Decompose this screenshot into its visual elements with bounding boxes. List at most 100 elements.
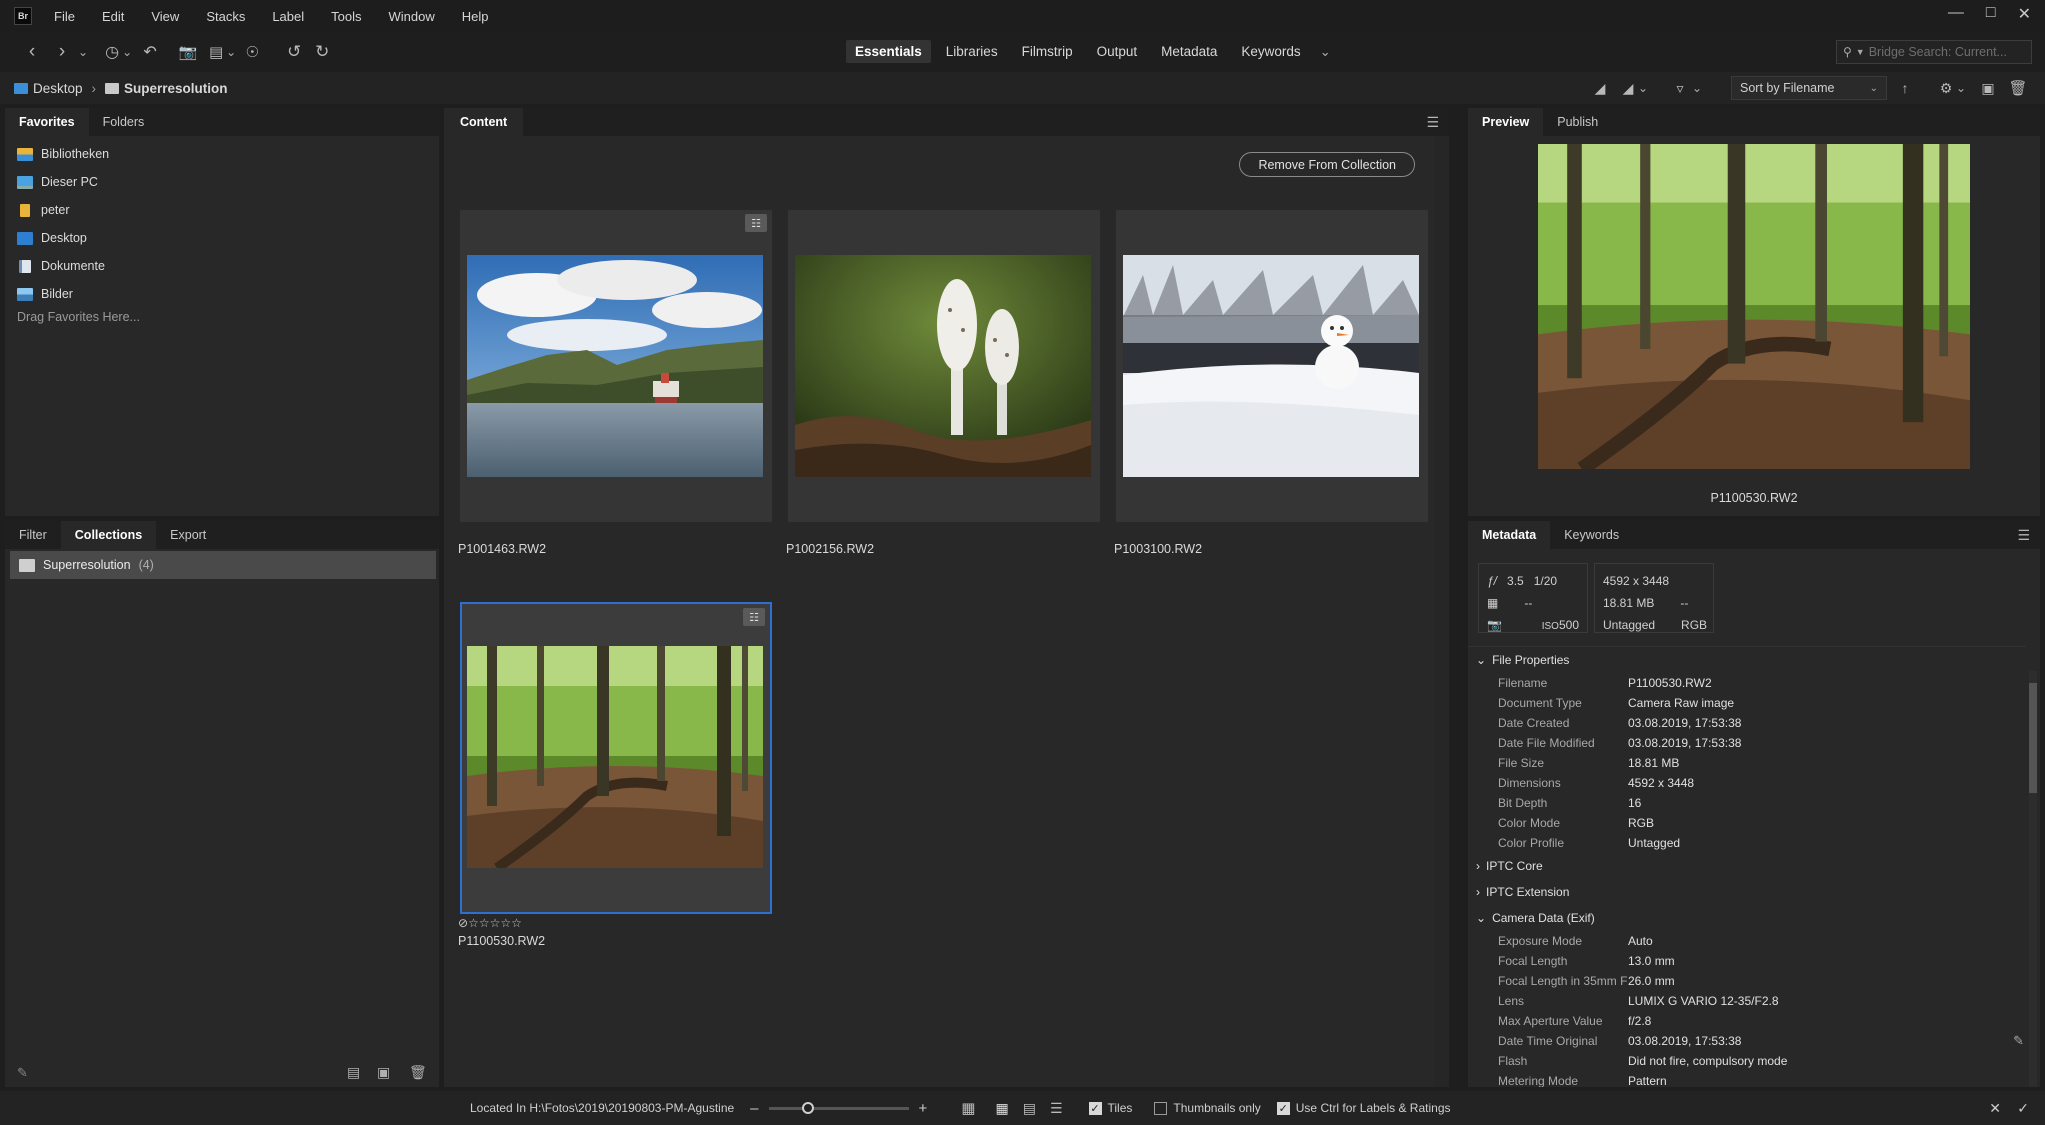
favorite-item-dieser-pc[interactable]: Dieser PC bbox=[17, 168, 439, 196]
refine-icon[interactable]: ▤ bbox=[204, 38, 228, 66]
tab-preview[interactable]: Preview bbox=[1468, 108, 1544, 136]
reject-icon[interactable]: ⊘ bbox=[458, 916, 468, 930]
menu-edit[interactable]: Edit bbox=[102, 9, 124, 24]
thumbnail-filename[interactable]: P1002156.RW2 bbox=[786, 542, 874, 556]
new-smart-collection-icon[interactable]: ▤ bbox=[347, 1064, 360, 1081]
new-collection-icon[interactable]: ▣ bbox=[377, 1064, 390, 1081]
favorite-item-peter[interactable]: peter bbox=[17, 196, 439, 224]
menu-file[interactable]: File bbox=[54, 9, 75, 24]
search-dropdown-icon[interactable]: ▼ bbox=[1856, 47, 1865, 57]
tab-metadata[interactable]: Metadata bbox=[1468, 521, 1551, 549]
section-iptc-extension[interactable]: › IPTC Extension bbox=[1468, 879, 2026, 905]
thumbnails-view-icon[interactable]: ▦ bbox=[995, 1100, 1008, 1117]
delete-collection-icon[interactable]: 🗑 bbox=[409, 1064, 427, 1081]
thumbnail-p1002156[interactable] bbox=[788, 210, 1100, 522]
close-window-icon[interactable]: ✕ bbox=[2018, 4, 2031, 24]
tab-collections[interactable]: Collections bbox=[60, 521, 157, 549]
workspace-output[interactable]: Output bbox=[1088, 40, 1147, 63]
thumbnail-p1100530[interactable]: ☷ bbox=[460, 602, 772, 914]
boomerang-icon[interactable]: ↶ bbox=[138, 38, 162, 66]
thumbnail-p1001463[interactable]: ☷ bbox=[460, 210, 772, 522]
favorite-item-dokumente[interactable]: Dokumente bbox=[17, 252, 439, 280]
favorite-item-bilder[interactable]: Bilder bbox=[17, 280, 439, 308]
favorite-item-bibliotheken[interactable]: Bibliotheken bbox=[17, 140, 439, 168]
tab-filter[interactable]: Filter bbox=[5, 521, 61, 549]
collection-item-superresolution[interactable]: Superresolution (4) bbox=[10, 551, 436, 579]
workspace-keywords[interactable]: Keywords bbox=[1232, 40, 1309, 63]
tab-export[interactable]: Export bbox=[156, 521, 220, 549]
open-in-camera-raw-icon[interactable]: ☉ bbox=[240, 38, 264, 66]
open-recent-dropdown-icon[interactable]: ⌄ bbox=[1956, 81, 1966, 95]
tab-keywords[interactable]: Keywords bbox=[1550, 521, 1633, 549]
menu-view[interactable]: View bbox=[151, 9, 179, 24]
section-file-properties[interactable]: ⌄ File Properties bbox=[1468, 647, 2026, 673]
tiles-checkbox[interactable]: ✓ bbox=[1088, 1101, 1102, 1115]
edit-pencil-icon[interactable]: ✎ bbox=[2013, 1033, 2024, 1049]
remove-from-collection-button[interactable]: Remove From Collection bbox=[1239, 152, 1415, 177]
tab-favorites[interactable]: Favorites bbox=[5, 108, 89, 136]
workspace-metadata[interactable]: Metadata bbox=[1152, 40, 1226, 63]
tab-folders[interactable]: Folders bbox=[89, 108, 159, 136]
zoom-in-icon[interactable]: + bbox=[919, 1100, 928, 1117]
sort-ascending-icon[interactable]: ↑ bbox=[1893, 74, 1917, 102]
metadata-menu-icon[interactable]: ☰ bbox=[2017, 521, 2030, 549]
breadcrumb-superresolution[interactable]: Superresolution bbox=[124, 81, 228, 96]
filter-icon[interactable]: ▿ bbox=[1668, 74, 1692, 102]
history-dropdown-icon[interactable]: ⌄ bbox=[78, 45, 88, 59]
thumbnail-filename[interactable]: P1003100.RW2 bbox=[1114, 542, 1202, 556]
search-input[interactable] bbox=[1868, 45, 2029, 59]
thumbnails-only-checkbox[interactable] bbox=[1154, 1101, 1168, 1115]
thumbnail-p1003100[interactable] bbox=[1116, 210, 1428, 522]
breadcrumb-desktop[interactable]: Desktop bbox=[33, 81, 83, 96]
thumbnail-filename[interactable]: P1001463.RW2 bbox=[458, 542, 546, 556]
maximize-icon[interactable]: □ bbox=[1986, 4, 1996, 24]
metadata-scrollbar[interactable] bbox=[2029, 671, 2037, 1087]
star-rating[interactable]: ☆☆☆☆☆ bbox=[468, 916, 522, 930]
content-scrollbar[interactable] bbox=[1435, 136, 1449, 1087]
list-view-icon[interactable]: ☰ bbox=[1050, 1100, 1063, 1117]
open-recent-icon[interactable]: ⚙ bbox=[1934, 74, 1958, 102]
tab-content[interactable]: Content bbox=[444, 108, 524, 136]
menu-help[interactable]: Help bbox=[462, 9, 489, 24]
filter-dropdown-icon[interactable]: ⌄ bbox=[1692, 81, 1702, 95]
menu-label[interactable]: Label bbox=[272, 9, 304, 24]
sort-select[interactable]: Sort by Filename ⌄ bbox=[1731, 76, 1887, 100]
zoom-out-icon[interactable]: – bbox=[750, 1100, 758, 1117]
thumbnail-filename[interactable]: P1100530.RW2 bbox=[458, 934, 545, 948]
cancel-icon[interactable]: ✕ bbox=[1989, 1100, 2001, 1117]
panel-menu-icon[interactable]: ☰ bbox=[1426, 108, 1439, 136]
thumbnail-size-slider[interactable] bbox=[768, 1101, 909, 1114]
rating-stars[interactable]: ⊘☆☆☆☆☆ bbox=[458, 916, 522, 930]
recent-files-icon[interactable]: ◷ bbox=[100, 38, 124, 66]
workspace-filmstrip[interactable]: Filmstrip bbox=[1013, 40, 1082, 63]
more-workspaces-icon[interactable]: ⌄ bbox=[1320, 44, 1331, 60]
new-folder-icon[interactable]: ▣ bbox=[1976, 74, 2000, 102]
rotate-left-icon[interactable]: ↺ bbox=[282, 38, 306, 66]
section-camera-data[interactable]: ⌄ Camera Data (Exif) bbox=[1468, 905, 2026, 931]
bridge-search-box[interactable]: ⚲ ▼ bbox=[1836, 40, 2032, 64]
grid-lock-icon[interactable]: ▦ bbox=[961, 1099, 975, 1117]
rating-filter-dropdown-icon[interactable]: ⌄ bbox=[1638, 81, 1648, 95]
quality-icon[interactable]: ◢ bbox=[1588, 74, 1612, 102]
details-view-icon[interactable]: ▤ bbox=[1023, 1100, 1036, 1117]
workspace-libraries[interactable]: Libraries bbox=[937, 40, 1007, 63]
menu-tools[interactable]: Tools bbox=[331, 9, 361, 24]
refine-dropdown-icon[interactable]: ⌄ bbox=[226, 45, 236, 59]
ctrl-labels-checkbox[interactable]: ✓ bbox=[1276, 1101, 1290, 1115]
forward-icon[interactable]: › bbox=[50, 38, 74, 66]
recent-dropdown-icon[interactable]: ⌄ bbox=[122, 45, 132, 59]
scrollbar-thumb[interactable] bbox=[2029, 683, 2037, 793]
menu-window[interactable]: Window bbox=[389, 9, 435, 24]
edit-icon[interactable]: ✎ bbox=[17, 1065, 28, 1081]
preview-image[interactable] bbox=[1538, 144, 1970, 469]
back-icon[interactable]: ‹ bbox=[20, 38, 44, 66]
menu-stacks[interactable]: Stacks bbox=[206, 9, 245, 24]
rating-filter-icon[interactable]: ◢ bbox=[1616, 74, 1640, 102]
minimize-icon[interactable]: — bbox=[1948, 4, 1964, 24]
section-iptc-core[interactable]: › IPTC Core bbox=[1468, 853, 2026, 879]
workspace-essentials[interactable]: Essentials bbox=[846, 40, 931, 63]
get-photos-icon[interactable]: 📷 bbox=[176, 38, 200, 66]
rotate-right-icon[interactable]: ↻ bbox=[310, 38, 334, 66]
slider-knob[interactable] bbox=[801, 1101, 814, 1114]
confirm-check-icon[interactable]: ✓ bbox=[2017, 1100, 2029, 1117]
